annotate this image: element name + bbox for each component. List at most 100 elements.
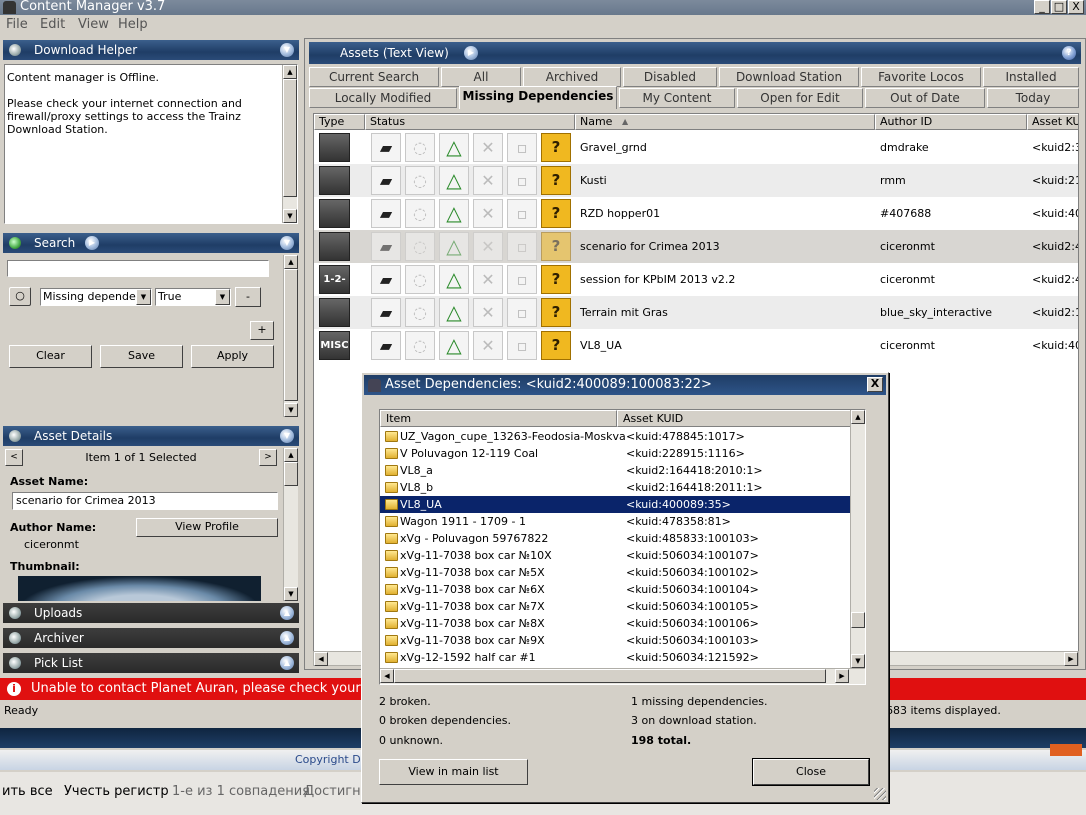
pick-list-header[interactable]: Pick List ▲	[3, 653, 299, 673]
tab-all[interactable]: All	[441, 67, 521, 87]
list-item[interactable]: xVg-11-7038 box car №5X <kuid:506034:1001…	[380, 564, 851, 581]
column-header-type[interactable]: Type	[314, 114, 365, 130]
scroll-thumb[interactable]	[284, 462, 298, 486]
list-item[interactable]: xVg-12-1592 half car #1 <kuid:506034:1215…	[380, 649, 851, 666]
table-row[interactable]: ▰ ◌ △ ✕ ▫? scenario for Crimea 2013 ciceronmt <…	[314, 230, 1078, 263]
expand-icon[interactable]: ▲	[280, 656, 294, 670]
table-row[interactable]: ▰◌△✕▫? Gravel_grnd dmdrake <kuid2:33	[314, 131, 1078, 164]
scroll-thumb[interactable]	[394, 669, 826, 683]
collapse-icon[interactable]: ▼	[280, 236, 294, 250]
close-window-button[interactable]: X	[1068, 0, 1084, 14]
table-row[interactable]: ▰ ◌ △ ✕ ▫? Terrain mit Gras blue_sky_interacti…	[314, 296, 1078, 329]
scroll-right-icon[interactable]: ▶	[1064, 652, 1078, 666]
column-header-asset-kuid[interactable]: Asset KUI	[1027, 114, 1078, 130]
play-icon[interactable]: ▶	[464, 46, 478, 60]
list-item[interactable]: xVg-11-7038 box car №9X <kuid:506034:1001…	[380, 632, 851, 649]
list-item[interactable]: V Poluvagon 12-119 Coal <kuid:228915:1116…	[380, 445, 851, 462]
view-profile-button[interactable]: View Profile	[136, 518, 278, 537]
scroll-up-icon[interactable]: ▲	[851, 410, 865, 424]
list-item[interactable]: UZ_Vagon_cupe_13263-Feodosia-Moskva <kuid…	[380, 428, 851, 445]
tab-open-for-edit[interactable]: Open for Edit	[737, 88, 863, 108]
tab-my-content[interactable]: My Content	[619, 88, 735, 108]
scroll-up-icon[interactable]: ▲	[284, 448, 298, 462]
download-helper-header[interactable]: Download Helper ▼	[3, 40, 299, 60]
vertical-scrollbar[interactable]: ▲ ▼	[282, 65, 297, 223]
column-header-name[interactable]: Name ▲	[575, 114, 875, 130]
list-item[interactable]: xVg-11-7038 box car №7X <kuid:506034:1001…	[380, 598, 851, 615]
tab-disabled[interactable]: Disabled	[623, 67, 717, 87]
scroll-down-icon[interactable]: ▼	[284, 403, 298, 417]
scroll-up-icon[interactable]: ▲	[284, 255, 298, 269]
play-icon[interactable]: ▶	[85, 236, 99, 250]
table-row[interactable]: MISC ▰◌△✕▫? VL8_UA ciceronmt <kuid:400	[314, 329, 1078, 362]
minimize-button[interactable]: _	[1034, 0, 1050, 14]
maximize-button[interactable]: □	[1051, 0, 1067, 14]
tab-out-of-date[interactable]: Out of Date	[865, 88, 985, 108]
column-header-item[interactable]: Item	[380, 410, 617, 427]
collapse-icon[interactable]: ▼	[280, 429, 294, 443]
save-button[interactable]: Save	[100, 345, 183, 368]
list-item[interactable]: xVg-11-7038 box car №6X <kuid:506034:1001…	[380, 581, 851, 598]
column-header-status[interactable]: Status	[365, 114, 575, 130]
uploads-header[interactable]: Uploads ▲	[3, 603, 299, 623]
tab-archived[interactable]: Archived	[523, 67, 621, 87]
list-item[interactable]: VL8_a <kuid2:164418:2010:1>	[380, 462, 851, 479]
add-condition-button[interactable]: +	[250, 321, 274, 340]
table-row[interactable]: 1-2-3-4 ▰◌△✕▫? session for KPbIM 2013 v2.2…	[314, 263, 1078, 312]
search-header[interactable]: Search ▶ ▼	[3, 233, 299, 253]
scroll-thumb[interactable]	[851, 612, 865, 628]
list-item[interactable]: Wagon 1911 - 1709 - 1 <kuid:478358:81>	[380, 513, 851, 530]
find-highlight-all[interactable]: ить все	[2, 784, 53, 799]
tab-download-station[interactable]: Download Station	[719, 67, 859, 87]
menu-edit[interactable]: Edit	[40, 17, 65, 32]
apply-button[interactable]: Apply	[191, 345, 274, 368]
list-item[interactable]: xVg-11-7038 box car №10X <kuid:506034:100…	[380, 547, 851, 564]
list-item[interactable]: xVg-11-7038 box car №8X <kuid:506034:1001…	[380, 615, 851, 632]
scroll-thumb[interactable]	[283, 79, 297, 197]
menu-help[interactable]: Help	[118, 17, 148, 32]
scroll-thumb[interactable]	[284, 269, 298, 401]
tab-missing-dependencies[interactable]: Missing Dependencies	[459, 86, 617, 109]
asset-name-field[interactable]: scenario for Crimea 2013	[12, 492, 278, 510]
close-icon[interactable]: X	[867, 377, 883, 392]
scroll-left-icon[interactable]: ◀	[380, 669, 394, 683]
table-row[interactable]: ▰◌△✕▫? Kusti rmm <kuid:211	[314, 164, 1078, 197]
tab-today[interactable]: Today	[987, 88, 1079, 108]
scroll-right-icon[interactable]: ▶	[835, 669, 849, 683]
column-header-asset-kuid[interactable]: Asset KUID	[617, 410, 851, 427]
tab-locally-modified[interactable]: Locally Modified	[309, 88, 457, 108]
vertical-scrollbar[interactable]: ▲ ▼	[283, 448, 298, 601]
list-item[interactable]: VL8_b <kuid2:164418:2011:1>	[380, 479, 851, 496]
vertical-scrollbar[interactable]: ▲ ▼	[850, 410, 865, 668]
tab-installed[interactable]: Installed	[983, 67, 1079, 87]
collapse-icon[interactable]: ▼	[280, 43, 294, 57]
view-in-main-list-button[interactable]: View in main list	[379, 759, 528, 785]
help-icon[interactable]: ?	[1062, 46, 1076, 60]
scroll-up-icon[interactable]: ▲	[283, 65, 297, 79]
column-header-author-id[interactable]: Author ID	[875, 114, 1027, 130]
table-row[interactable]: ▰◌△✕▫? RZD hopper01 #407688 <kuid:407	[314, 197, 1078, 230]
resize-grip-icon[interactable]	[874, 788, 886, 800]
expand-icon[interactable]: ▲	[280, 606, 294, 620]
list-item[interactable]: xVg - Poluvagon 59767822 <kuid:485833:100…	[380, 530, 851, 547]
menu-view[interactable]: View	[78, 17, 109, 32]
scroll-down-icon[interactable]: ▼	[284, 587, 298, 601]
scroll-down-icon[interactable]: ▼	[283, 209, 297, 223]
archiver-header[interactable]: Archiver ▲	[3, 628, 299, 648]
search-input[interactable]	[7, 260, 269, 277]
previous-item-button[interactable]: <	[5, 449, 23, 466]
chevron-down-icon[interactable]: ▼	[215, 289, 230, 305]
find-match-case[interactable]: Учесть регистр	[64, 784, 169, 799]
menu-file[interactable]: File	[6, 17, 28, 32]
toggle-icon[interactable]: ○	[9, 287, 31, 306]
chevron-down-icon[interactable]: ▼	[136, 289, 151, 305]
list-item[interactable]: VL8_UA <kuid:400089:35>	[380, 496, 851, 513]
remove-condition-button[interactable]: -	[235, 287, 261, 307]
clear-button[interactable]: Clear	[9, 345, 92, 368]
scroll-down-icon[interactable]: ▼	[851, 654, 865, 668]
tab-favorite-locos[interactable]: Favorite Locos	[861, 67, 981, 87]
asset-details-header[interactable]: Asset Details ▼	[3, 426, 299, 446]
horizontal-scrollbar[interactable]: ◀ ▶	[380, 668, 865, 684]
scroll-left-icon[interactable]: ◀	[314, 652, 328, 666]
vertical-scrollbar[interactable]: ▲ ▼	[283, 255, 298, 417]
